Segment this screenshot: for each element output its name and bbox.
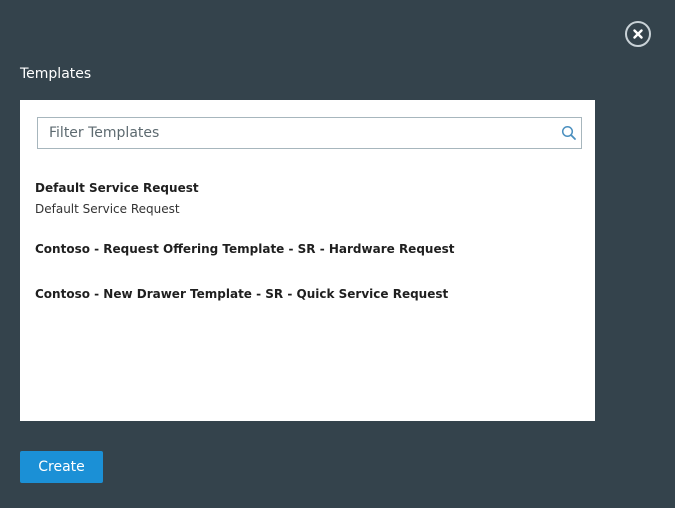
templates-dialog: Templates Default Service Request Defaul… [0,0,675,508]
template-item-title: Default Service Request [35,181,199,195]
close-button[interactable] [625,21,651,47]
template-item-quick-service-request[interactable]: Contoso - New Drawer Template - SR - Qui… [35,286,448,302]
template-item-hardware-request[interactable]: Contoso - Request Offering Template - SR… [35,241,454,257]
template-item-title: Contoso - Request Offering Template - SR… [35,242,455,256]
dialog-title: Templates [20,66,92,82]
template-item-description: Default Service Request [35,202,180,216]
search-box [37,117,582,149]
templates-panel: Default Service Request Default Service … [20,100,595,421]
template-item-title: Contoso - New Drawer Template - SR - Qui… [35,287,449,301]
template-item-default-service-request[interactable]: Default Service Request Default Service … [35,180,199,217]
create-button[interactable]: Create [20,451,103,483]
search-icon[interactable] [561,125,577,141]
close-icon [633,29,643,39]
filter-templates-input[interactable] [38,118,581,148]
